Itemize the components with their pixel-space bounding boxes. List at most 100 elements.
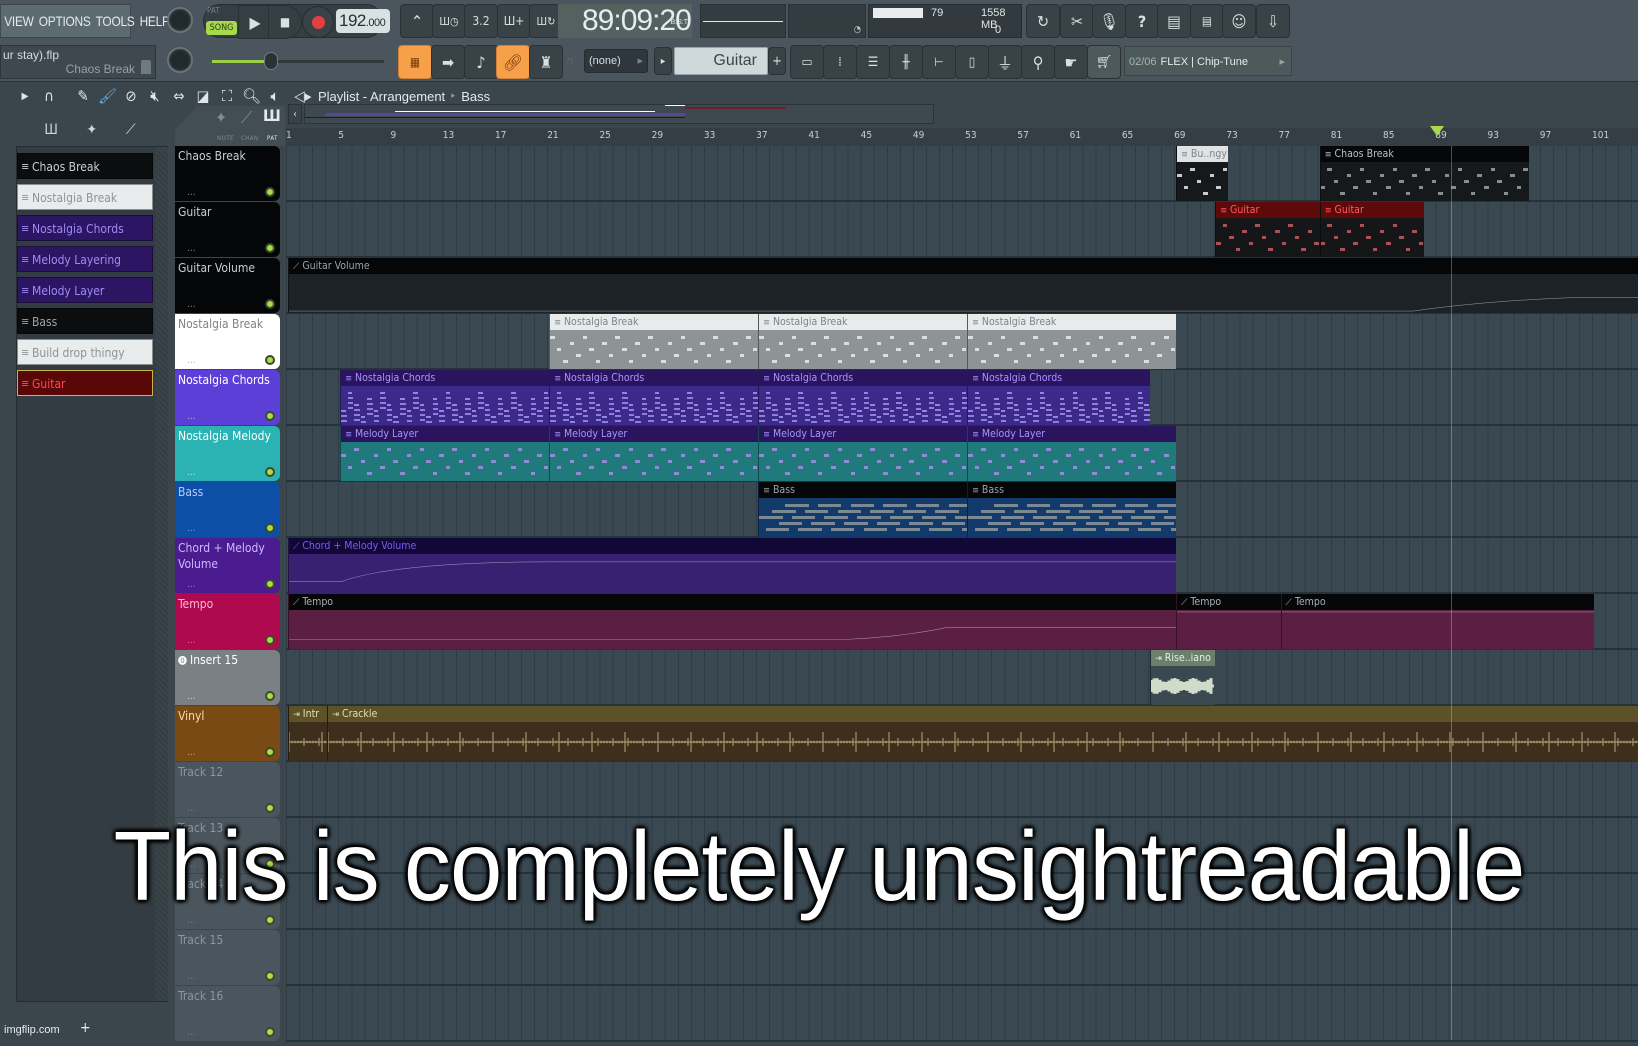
track-header[interactable]: Nostalgia Break... [175,314,280,369]
clip-header[interactable]: ≡ Nostalgia Chords [968,370,1150,386]
tempo-display[interactable]: 192.000 [336,9,390,33]
song-overview[interactable] [304,104,934,124]
track-more-icon[interactable]: ... [187,745,196,761]
slider-thumb[interactable] [264,52,278,70]
track-header[interactable]: Nostalgia Melody... [175,426,280,481]
track-mute-led[interactable] [265,467,275,477]
playlist-clip[interactable]: ≡ Melody Layer [967,426,1177,481]
track-header[interactable]: Track 16... [175,986,280,1041]
pattern-picker-item[interactable]: Guitar [17,370,153,397]
breadcrumb-current[interactable]: Bass [461,89,490,104]
playlist-clip[interactable]: ≡ Nostalgia Chords [340,370,550,425]
touch-icon[interactable]: ♜ [529,45,563,79]
cut-icon[interactable]: ✂ [1060,4,1094,38]
picker-automation-tab-icon[interactable]: ⟋ [126,122,136,142]
track-header[interactable]: Bass... [175,482,280,537]
menu-view[interactable]: VIEW [4,13,34,29]
playlist-clip[interactable]: ≡ Nostalgia Chords [967,370,1150,425]
track-more-icon[interactable]: ... [187,185,196,201]
clip-header[interactable]: ⇥ Crackle [328,706,1638,722]
clip-header[interactable]: ≡ Melody Layer [550,426,759,442]
clip-header[interactable]: ≡ Melody Layer [759,426,968,442]
track-header[interactable]: Guitar... [175,202,280,257]
track-grid[interactable]: ≡ Nostalgia Chords ≡ Nostalgia Chords ≡ Nosta… [286,370,1638,426]
record-button[interactable] [302,6,334,38]
zoom-icon[interactable]: 🔍︎ [242,87,261,105]
track-more-icon[interactable]: ... [187,1025,196,1041]
track-mute-led[interactable] [265,299,275,309]
clip-header[interactable]: ≡ Nostalgia Chords [550,370,759,386]
playlist-clip[interactable]: ⟋ Guitar Volume [288,258,1638,313]
track-header[interactable]: Track 12... [175,762,280,817]
help-icon[interactable]: ? [1125,4,1159,38]
channel-selector[interactable]: Guitar [674,47,768,75]
plugin-db-icon[interactable]: ⏚ [988,45,1022,79]
chat-icon[interactable]: ☺ [1222,4,1256,38]
clip-header[interactable]: ≡ Nostalgia Chords [759,370,968,386]
clip-header[interactable]: ⟋ Chord + Melody Volume [289,538,1177,554]
clip-header[interactable]: ≡ Bass [968,482,1177,498]
clip-header[interactable]: ⟋ Tempo [289,594,1177,610]
song-position-clock[interactable]: 89:09:20 B:S:T [558,4,692,38]
master-pitch-knob[interactable] [167,47,193,73]
playlist-clip[interactable]: ≡ Bass [967,482,1177,537]
playlist-clip[interactable]: ≡ Guitar [1319,202,1425,257]
track-grid[interactable] [286,986,1638,1042]
pattern-picker-item[interactable]: Melody Layering [17,246,153,273]
track-more-icon[interactable]: ... [187,521,196,537]
track-more-icon[interactable]: ... [187,465,196,481]
track-header[interactable]: Guitar Volume... [175,258,280,313]
track-grid[interactable] [286,930,1638,986]
countdown-icon[interactable]: 3.2 [464,4,498,38]
filter-note[interactable]: NOTE [217,135,234,142]
clip-header[interactable]: ≡ Bass [759,482,968,498]
filter-pat[interactable]: PAT [267,135,278,142]
pat-song-toggle[interactable]: PAT SONG [203,4,237,38]
playlist-clip[interactable]: ≡ Nostalgia Break [967,314,1177,369]
metronome-icon[interactable]: ⌃ [400,4,434,38]
track-mute-led[interactable] [265,187,275,197]
playlist-clip[interactable]: ⟋ Tempo [288,594,1177,649]
clip-header[interactable]: ≡ Nostalgia Break [550,314,759,330]
piano-roll-icon[interactable]: ▭ [790,45,824,79]
track-more-icon[interactable]: ... [187,241,196,257]
playlist-clip[interactable]: ⟋ Tempo [1280,594,1594,649]
clip-header[interactable]: ⟋ Guitar Volume [289,258,1638,274]
export-icon[interactable]: ▤ [1190,4,1224,38]
scope-mode-icon[interactable]: ◔ [854,25,861,35]
clip-header[interactable]: ≡ Bu..ngy [1177,146,1229,162]
picker-audio-tab-icon[interactable]: ✦ [87,122,98,142]
clip-header[interactable]: ≡ Guitar [1216,202,1320,218]
save-icon[interactable]: ▤ [1157,4,1191,38]
playlist-clip[interactable]: ≡ Chaos Break [1319,146,1529,201]
link-icon[interactable]: 🔗︎ [496,45,530,79]
track-mute-led[interactable] [265,243,275,253]
delete-icon[interactable]: ⊘ [122,87,140,105]
playlist-clip[interactable]: ⇥ Crackle [327,706,1638,761]
playlist-clip[interactable]: ⟋ Tempo [1176,594,1281,649]
playlist-clip[interactable]: ≡ Melody Layer [758,426,968,481]
mixer-icon[interactable]: ☰ [856,45,890,79]
undo-icon[interactable]: ↻ [1026,4,1060,38]
track-more-icon[interactable]: ... [187,577,196,593]
playlist-menu-icon[interactable]: ◁▸ [294,87,312,105]
pencil-icon[interactable]: ✎ [74,87,92,105]
playlist-clip[interactable]: ⟋ Chord + Melody Volume [288,538,1177,593]
filter-automation-icon[interactable]: ⟋ [241,108,252,128]
clip-header[interactable]: ⟋ Tempo [1281,594,1594,610]
clip-header[interactable]: ≡ Melody Layer [968,426,1177,442]
track-grid[interactable]: ⟋ Guitar Volume [286,258,1638,314]
master-volume-slider[interactable] [212,52,384,70]
track-grid[interactable]: ⟋ Chord + Melody Volume [286,538,1638,594]
track-more-icon[interactable]: ... [187,353,196,369]
clip-header[interactable]: ≡ Nostalgia Chords [341,370,550,386]
clip-header[interactable]: ⇥ Intr [289,706,328,722]
picker-patterns-tab-icon[interactable]: Ш [44,122,57,142]
pattern-picker-item[interactable]: Nostalgia Break [17,184,153,211]
track-header[interactable]: Chaos Break... [175,146,280,201]
slice-icon[interactable]: ◪ [194,87,212,105]
track-more-icon[interactable]: ... [187,689,196,705]
hint-bar[interactable]: 02/06 FLEX | Chip-Tune ▸ [1124,46,1292,76]
arrow-icon[interactable]: ➡ [431,45,465,79]
track-mute-led[interactable] [265,355,275,365]
